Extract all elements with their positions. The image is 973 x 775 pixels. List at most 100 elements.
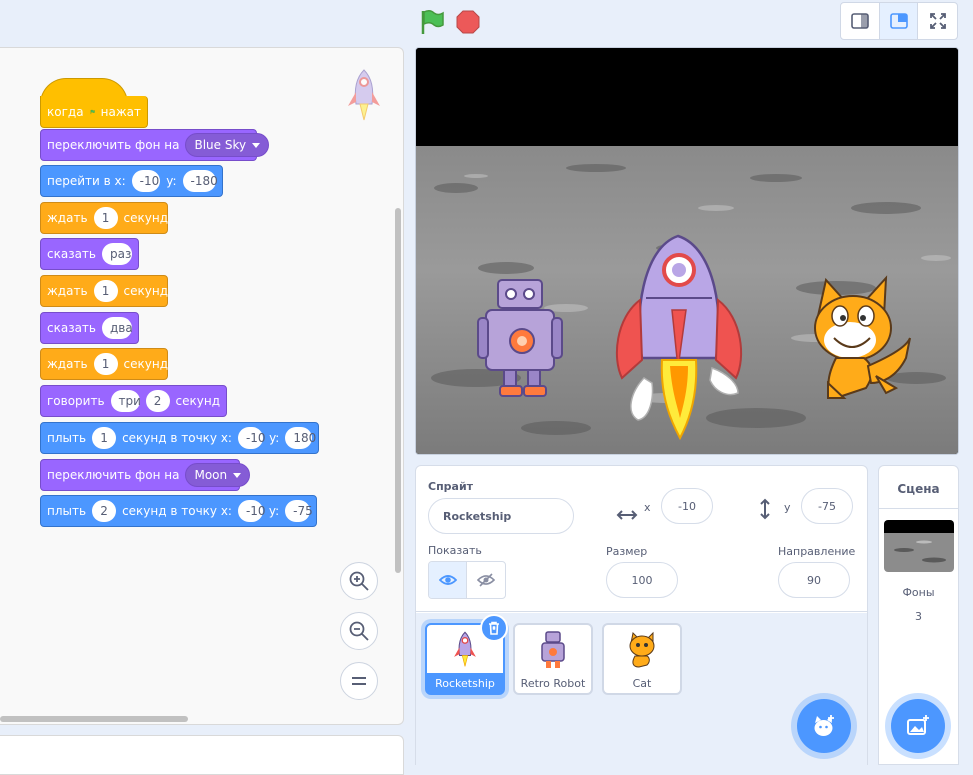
block-text: y: xyxy=(166,174,177,188)
block-text: нажат xyxy=(100,104,141,119)
x-input[interactable]: -10 xyxy=(237,500,266,522)
add-sprite-button[interactable] xyxy=(797,699,851,753)
block-text: сказать xyxy=(47,321,96,335)
sprite-tile-retro-robot[interactable]: Retro Robot xyxy=(513,623,593,695)
eye-hidden-icon[interactable] xyxy=(467,562,505,598)
wait-block[interactable]: ждать 1 секунд xyxy=(40,202,168,234)
switch-backdrop-block[interactable]: переключить фон на Blue Sky xyxy=(40,129,270,161)
size-label: Размер xyxy=(606,545,648,558)
block-text: ждать xyxy=(47,284,88,298)
block-text: плыть xyxy=(47,504,87,518)
eye-icon[interactable] xyxy=(429,562,467,598)
block-text: секунд xyxy=(123,284,169,298)
block-text: секунд в точку x: xyxy=(122,431,232,445)
zoom-reset-icon[interactable] xyxy=(340,662,378,700)
x-label: x xyxy=(644,501,651,514)
chevron-down-icon xyxy=(233,472,242,478)
backdrops-count: 3 xyxy=(915,610,922,623)
stage[interactable] xyxy=(415,47,959,455)
seconds-input[interactable]: 1 xyxy=(92,427,117,449)
seconds-input[interactable]: 2 xyxy=(145,390,170,412)
x-arrow-icon xyxy=(616,508,638,525)
fullscreen-icon[interactable] xyxy=(918,3,957,39)
block-text: секунд xyxy=(123,357,169,371)
say-for-secs-block[interactable]: говорить три 2 секунд xyxy=(40,385,227,417)
zoom-out-icon[interactable] xyxy=(340,612,378,650)
sprite-name: Cat xyxy=(632,676,652,690)
zoom-in-icon[interactable] xyxy=(340,562,378,600)
moon-backdrop xyxy=(416,48,958,454)
backdrops-label: Фоны xyxy=(902,586,935,599)
say-block[interactable]: сказать два xyxy=(40,312,139,344)
visibility-toggle xyxy=(428,561,506,599)
retro-robot-thumbnail xyxy=(515,625,591,675)
message-input[interactable]: раз xyxy=(102,243,132,265)
message-input[interactable]: два xyxy=(102,317,133,339)
block-text: секунд в точку x: xyxy=(122,504,232,518)
code-area[interactable]: когда нажат переключить фон на Blue Sky … xyxy=(0,47,404,725)
backdrop-dropdown[interactable]: Moon xyxy=(185,463,251,487)
wait-block[interactable]: ждать 1 секунд xyxy=(40,348,168,380)
y-position-input[interactable]: -75 xyxy=(801,488,853,524)
backdrop-dropdown[interactable]: Blue Sky xyxy=(185,133,270,157)
sprite-name-input[interactable]: Rocketship xyxy=(428,498,574,534)
chevron-down-icon xyxy=(252,142,261,148)
stage-size-toggle xyxy=(840,2,958,40)
scene-title: Сцена xyxy=(897,482,940,496)
block-text: секунд xyxy=(175,394,220,408)
small-stage-icon[interactable] xyxy=(841,3,880,39)
current-sprite-thumbnail xyxy=(342,68,386,124)
backdrop-thumbnail[interactable] xyxy=(884,520,954,572)
y-input[interactable]: 180 xyxy=(285,427,316,449)
block-text: говорить xyxy=(47,394,105,408)
delete-sprite-icon[interactable] xyxy=(480,614,508,642)
cat-add-icon xyxy=(814,715,834,736)
green-flag-icon xyxy=(90,109,95,114)
seconds-input[interactable]: 1 xyxy=(93,353,118,375)
wait-block[interactable]: ждать 1 секунд xyxy=(40,275,168,307)
block-text: y: xyxy=(268,504,280,518)
y-input[interactable]: -75 xyxy=(285,500,313,522)
go-to-xy-block[interactable]: перейти в x: -10 y: -180 xyxy=(40,165,223,197)
x-input[interactable]: -10 xyxy=(131,170,161,192)
block-text: плыть xyxy=(47,431,87,445)
direction-label: Направление xyxy=(778,545,856,558)
seconds-input[interactable]: 1 xyxy=(93,207,118,229)
switch-backdrop-block[interactable]: переключить фон на Moon xyxy=(40,459,251,491)
top-bar xyxy=(0,0,973,44)
sprite-tile-cat[interactable]: Cat xyxy=(602,623,682,695)
message-input[interactable]: три xyxy=(110,390,141,412)
seconds-input[interactable]: 2 xyxy=(92,500,117,522)
stop-icon[interactable] xyxy=(456,10,480,34)
sprite-label: Спрайт xyxy=(428,480,474,493)
glide-block[interactable]: плыть 2 секунд в точку x: -10 y: -75 xyxy=(40,495,317,527)
block-text: перейти в x: xyxy=(47,174,126,188)
green-flag-icon[interactable] xyxy=(418,8,446,36)
add-backdrop-button[interactable] xyxy=(891,699,945,753)
block-text: переключить фон на xyxy=(47,138,180,152)
sprite-name: Retro Robot xyxy=(520,676,586,690)
dropdown-value: Moon xyxy=(194,468,228,482)
x-input[interactable]: -10 xyxy=(237,427,266,449)
vertical-scrollbar[interactable] xyxy=(395,208,401,573)
block-text: сказать xyxy=(47,247,96,261)
seconds-input[interactable]: 1 xyxy=(93,280,118,302)
show-label: Показать xyxy=(428,544,482,557)
block-text: y: xyxy=(269,431,280,445)
dropdown-value: Blue Sky xyxy=(194,138,247,152)
block-text: секунд xyxy=(123,211,169,225)
y-label: y xyxy=(784,501,791,514)
glide-block[interactable]: плыть 1 секунд в точку x: -10 y: 180 xyxy=(40,422,319,454)
code-area-footer xyxy=(0,735,404,775)
say-block[interactable]: сказать раз xyxy=(40,238,139,270)
direction-input[interactable]: 90 xyxy=(778,562,850,598)
horizontal-scrollbar[interactable] xyxy=(0,716,188,722)
x-position-input[interactable]: -10 xyxy=(661,488,713,524)
cat-thumbnail xyxy=(604,625,680,675)
divider xyxy=(879,508,958,509)
when-flag-clicked-block[interactable]: когда нажат xyxy=(40,78,150,128)
normal-stage-icon[interactable] xyxy=(879,3,919,39)
y-input[interactable]: -180 xyxy=(182,170,218,192)
block-text: ждать xyxy=(47,211,88,225)
size-input[interactable]: 100 xyxy=(606,562,678,598)
